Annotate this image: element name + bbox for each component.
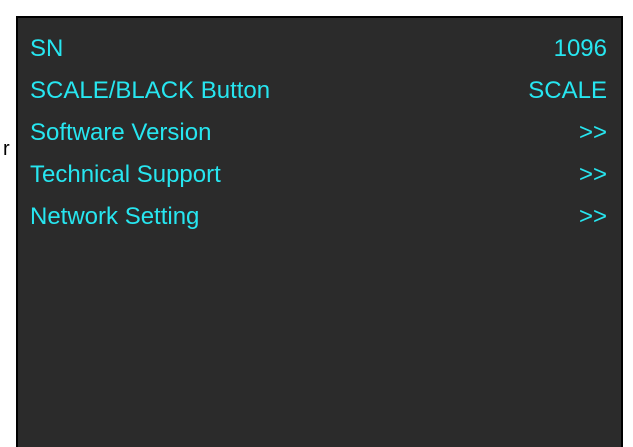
menu-item-label: Software Version (30, 119, 212, 146)
submenu-arrow-icon: >> (578, 161, 607, 188)
menu-item-network-setting[interactable]: Network Setting >> (30, 196, 607, 238)
scale-black-mode-value: SCALE (528, 77, 607, 104)
serial-number-value: 1096 (553, 35, 607, 62)
device-menu-screen: SN 1096 SCALE/BLACK Button SCALE Softwar… (16, 16, 623, 447)
submenu-arrow-icon: >> (578, 119, 607, 146)
menu-item-sn[interactable]: SN 1096 (30, 28, 607, 70)
menu-item-scale-black-button[interactable]: SCALE/BLACK Button SCALE (30, 70, 607, 112)
submenu-arrow-icon: >> (578, 203, 607, 230)
menu-item-label: Technical Support (30, 161, 221, 188)
menu-item-label: SN (30, 35, 64, 62)
menu-item-technical-support[interactable]: Technical Support >> (30, 154, 607, 196)
menu-item-software-version[interactable]: Software Version >> (30, 112, 607, 154)
menu-item-label: SCALE/BLACK Button (30, 77, 271, 104)
menu-item-label: Network Setting (30, 203, 200, 230)
stray-text-fragment: r (3, 138, 10, 160)
settings-menu-list: SN 1096 SCALE/BLACK Button SCALE Softwar… (30, 28, 607, 238)
